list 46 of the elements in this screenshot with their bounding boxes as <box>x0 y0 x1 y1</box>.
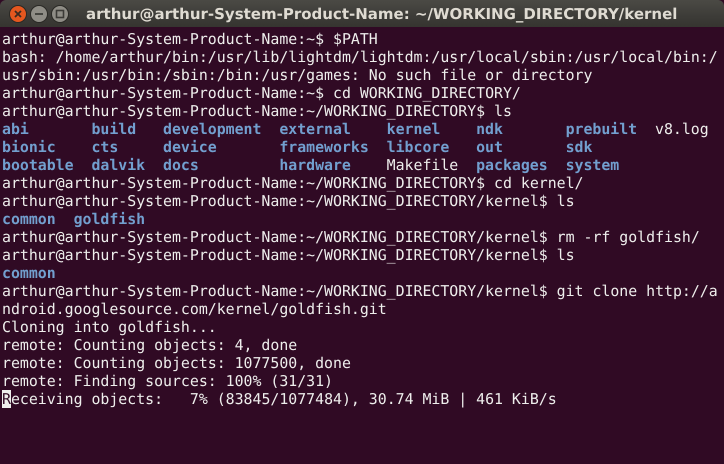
terminal-line: Cloning into goldfish... <box>2 318 218 336</box>
directory-name: external <box>279 120 351 138</box>
directory-name: build <box>91 120 136 138</box>
directory-name: packages <box>476 156 548 174</box>
terminal-line: remote: Counting objects: 4, done <box>2 336 298 354</box>
directory-name: system <box>566 156 620 174</box>
directory-name: frameworks <box>279 138 369 156</box>
directory-name: bionic <box>2 138 56 156</box>
terminal-line: usr/sbin:/usr/bin:/sbin:/bin:/usr/games: No such file or directory <box>2 66 594 84</box>
terminal-line: arthur@arthur-System-Product-Name:~/WORKING_DIRECTORY$ cd kernel/ <box>2 174 584 192</box>
directory-name: out <box>476 138 503 156</box>
directory-name: abi <box>2 120 29 138</box>
terminal-line: arthur@arthur-System-Product-Name:~$ cd WORKING_DIRECTORY/ <box>2 84 522 102</box>
terminal-line: remote: Finding sources: 100% (31/31) <box>2 372 334 390</box>
directory-name: common <box>2 210 56 228</box>
terminal-line: bash: /home/arthur/bin:/usr/lib/lightdm/lightdm:/usr/local/sbin:/usr/local/bin:/ <box>2 48 719 66</box>
terminal-line: eceiving objects: 7% (83845/1077484), 30.74 MiB | 461 KiB/s <box>10 390 557 408</box>
close-icon[interactable] <box>9 4 27 22</box>
directory-name: prebuilt <box>566 120 638 138</box>
terminal-line: arthur@arthur-System-Product-Name:~/WORKING_DIRECTORY/kernel$ ls <box>2 192 576 210</box>
terminal-line: ndroid.googlesource.com/kernel/goldfish.git <box>2 300 388 318</box>
directory-name: goldfish <box>74 210 146 228</box>
directory-name: ndk <box>476 120 503 138</box>
minimize-icon[interactable] <box>30 4 48 22</box>
terminal-line: arthur@arthur-System-Product-Name:~/WORKING_DIRECTORY/kernel$ ls <box>2 246 576 264</box>
terminal-line: arthur@arthur-System-Product-Name:~/WORKING_DIRECTORY/kernel$ git clone http://a <box>2 282 719 300</box>
terminal-line: arthur@arthur-System-Product-Name:~/WORKING_DIRECTORY/kernel$ rm -rf goldfish/ <box>2 228 701 246</box>
directory-name: kernel <box>386 120 440 138</box>
terminal-line: arthur@arthur-System-Product-Name:~$ $PATH <box>2 30 379 48</box>
directory-name: device <box>163 138 217 156</box>
file-name: Makefile <box>386 156 458 174</box>
window-title: arthur@arthur-System-Product-Name: ~/WORKING_DIRECTORY/kernel <box>86 4 678 22</box>
terminal-line: remote: Counting objects: 1077500, done <box>2 354 352 372</box>
file-name: v8.log <box>655 120 709 138</box>
directory-name: sdk <box>566 138 592 156</box>
directory-name: cts <box>91 138 118 156</box>
directory-name: docs <box>163 156 199 174</box>
directory-name: libcore <box>386 138 450 156</box>
directory-name: bootable <box>2 156 74 174</box>
text-cursor: R <box>2 390 11 408</box>
directory-name: hardware <box>279 156 351 174</box>
terminal-line: arthur@arthur-System-Product-Name:~/WORKING_DIRECTORY$ ls <box>2 102 513 120</box>
directory-name: common <box>2 264 56 282</box>
directory-name: development <box>163 120 262 138</box>
maximize-icon[interactable] <box>51 4 69 22</box>
directory-name: dalvik <box>91 156 146 174</box>
